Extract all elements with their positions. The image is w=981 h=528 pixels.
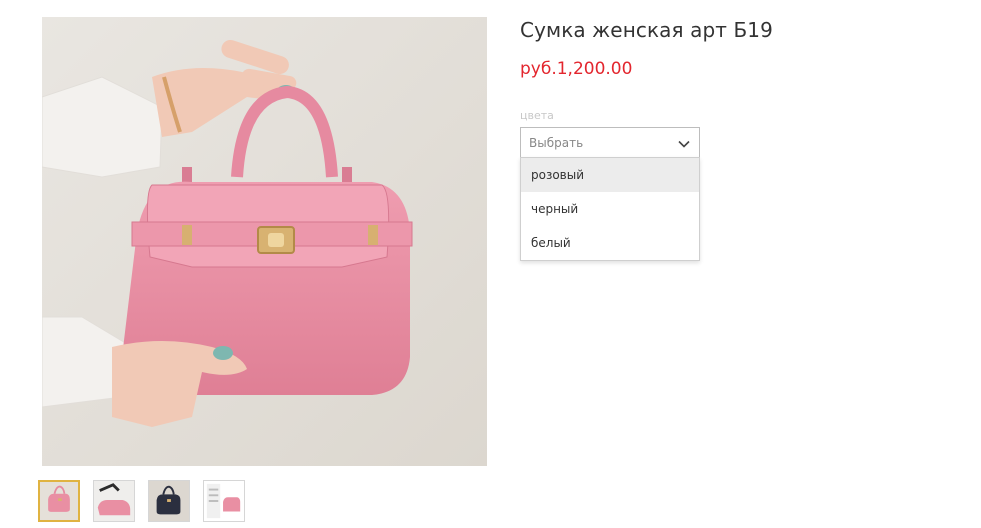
color-option-black[interactable]: черный	[521, 192, 699, 226]
thumbnail-2[interactable]	[93, 480, 135, 522]
color-select[interactable]: Выбрать	[520, 127, 700, 158]
thumbnail-1[interactable]	[38, 480, 80, 522]
color-option-white[interactable]: белый	[521, 226, 699, 260]
color-dropdown: розовый черный белый	[520, 157, 700, 261]
thumbnail-4[interactable]	[203, 480, 245, 522]
thumbnail-3[interactable]	[148, 480, 190, 522]
color-select-value: Выбрать	[529, 135, 584, 150]
product-page: Сумка женская арт Б19 руб.1,200.00 цвета…	[0, 0, 981, 528]
color-attribute-label: цвета	[520, 109, 554, 122]
product-price: руб.1,200.00	[520, 59, 633, 79]
color-option-pink[interactable]: розовый	[521, 158, 699, 192]
main-product-image[interactable]	[42, 17, 487, 466]
chevron-down-icon	[678, 133, 690, 152]
thumbnail-gallery	[38, 480, 245, 522]
product-title: Сумка женская арт Б19	[520, 18, 773, 42]
